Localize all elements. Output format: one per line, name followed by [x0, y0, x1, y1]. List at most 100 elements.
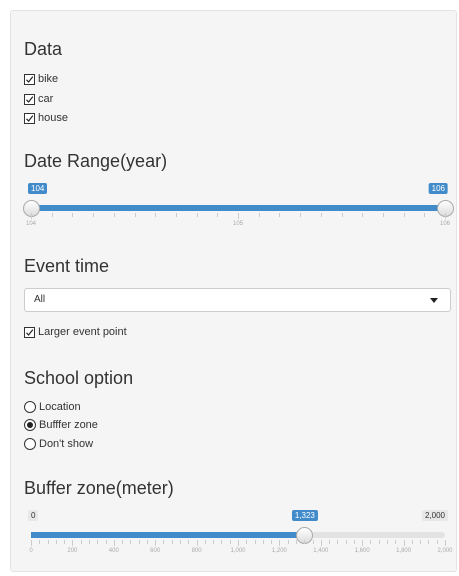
slider-tick-label: 400 [108, 548, 119, 554]
slider-tick [217, 213, 219, 217]
slider-tick [55, 540, 57, 544]
radio-location[interactable]: Location [24, 400, 81, 414]
slider-tick [80, 540, 82, 544]
slider-tick [312, 540, 314, 544]
slider-tick [105, 540, 107, 544]
slider-tick [238, 540, 239, 546]
slider-tick [64, 540, 66, 544]
slider-tick [238, 213, 239, 219]
slider-tick-label: 1,200 [271, 548, 287, 554]
slider-to-label: 106 [428, 183, 448, 194]
slider-tick [254, 540, 256, 544]
radio-button[interactable] [24, 438, 36, 450]
checkbox-box[interactable] [24, 326, 35, 338]
slider-tick [196, 213, 198, 217]
slider-selected-range [31, 205, 445, 211]
slider-tick [229, 540, 231, 544]
buffer-zone-slider[interactable]: 0 2,000 1,323 0 200 400 600 800 1,000 1,200 1,4… [24, 510, 453, 560]
radio-buffer-zone[interactable]: Bufffer zone [24, 418, 98, 432]
select-value: All [34, 294, 46, 305]
slider-tick [113, 213, 115, 217]
slider-tick-label: 1,600 [354, 548, 370, 554]
radio-button[interactable] [24, 401, 36, 413]
checkbox-label: house [38, 112, 68, 124]
slider-tick [51, 213, 53, 217]
slider-tick [395, 540, 397, 544]
radio-button[interactable] [24, 419, 36, 431]
slider-tick [382, 213, 384, 217]
slider-tick-label: 200 [67, 548, 78, 554]
slider-tick [175, 213, 177, 217]
slider-tick [428, 540, 430, 544]
slider-tick [171, 540, 173, 544]
radio-label: Bufffer zone [39, 419, 98, 431]
slider-tick [320, 213, 322, 217]
slider-tick [31, 213, 32, 219]
slider-tick-label: 106 [439, 221, 451, 227]
slider-max-label: 2,000 [421, 510, 448, 521]
slider-tick [39, 540, 41, 544]
radio-label: Don't show [39, 438, 94, 450]
data-heading: Data [24, 39, 63, 59]
event-time-select[interactable]: All [24, 288, 451, 312]
slider-tick [403, 540, 405, 546]
event-time-heading: Event time [24, 256, 110, 276]
slider-tick [411, 540, 413, 544]
date-range-heading: Date Range(year) [24, 151, 168, 171]
slider-tick-label: 800 [191, 548, 202, 554]
slider-tick [113, 540, 115, 546]
slider-tick [47, 540, 49, 544]
slider-tick [134, 213, 136, 217]
school-option-heading: School option [24, 368, 134, 388]
slider-tick [155, 540, 157, 546]
slider-tick [31, 540, 32, 546]
checkbox-box[interactable] [24, 112, 35, 124]
slider-tick [329, 540, 331, 544]
slider-tick [341, 213, 343, 217]
slider-selected-range [31, 532, 305, 538]
checkbox-car[interactable]: car [24, 92, 53, 106]
slider-tick-label: 1,800 [396, 548, 412, 554]
date-range-slider[interactable]: 104 106 104 105 106 [22, 183, 454, 233]
slider-tick [93, 213, 95, 217]
slider-tick-label: 105 [232, 221, 244, 227]
checkbox-box[interactable] [24, 73, 35, 85]
slider-tick [445, 540, 446, 546]
slider-tick [320, 540, 322, 546]
slider-tick [279, 540, 281, 546]
slider-tick-label: 0 [29, 548, 33, 554]
checkbox-box[interactable] [24, 93, 35, 105]
slider-tick [295, 540, 297, 544]
slider-tick [262, 540, 264, 544]
checkbox-bike[interactable]: bike [24, 72, 58, 86]
slider-tick [97, 540, 99, 544]
slider-tick-label: 1,000 [230, 548, 246, 554]
slider-tick [300, 213, 302, 217]
slider-tick [420, 540, 422, 544]
slider-tick [163, 540, 165, 544]
slider-tick [403, 213, 405, 217]
sidebar-panel: Data bike car house Date Range(year) 104… [10, 10, 457, 572]
checkbox-label: car [38, 93, 54, 105]
buffer-zone-heading: Buffer zone(meter) [24, 478, 174, 498]
checkbox-larger-event-point[interactable]: Larger event point [24, 325, 127, 339]
slider-tick [378, 540, 380, 544]
slider-tick [304, 540, 306, 544]
slider-tick [345, 540, 347, 544]
slider-tick [353, 540, 355, 544]
slider-tick [72, 540, 74, 546]
checkbox-house[interactable]: house [24, 111, 68, 125]
slider-tick [122, 540, 124, 544]
slider-tick [88, 540, 90, 544]
slider-tick [146, 540, 148, 544]
slider-tick [445, 213, 446, 219]
radio-label: Location [39, 401, 81, 413]
radio-dont-show[interactable]: Don't show [24, 437, 93, 451]
slider-tick [387, 540, 389, 544]
slider-tick [271, 540, 273, 544]
slider-tick [287, 540, 289, 544]
slider-tick [246, 540, 248, 544]
radio-selected-dot [27, 422, 33, 428]
slider-tick [362, 213, 364, 217]
slider-tick [279, 213, 281, 217]
